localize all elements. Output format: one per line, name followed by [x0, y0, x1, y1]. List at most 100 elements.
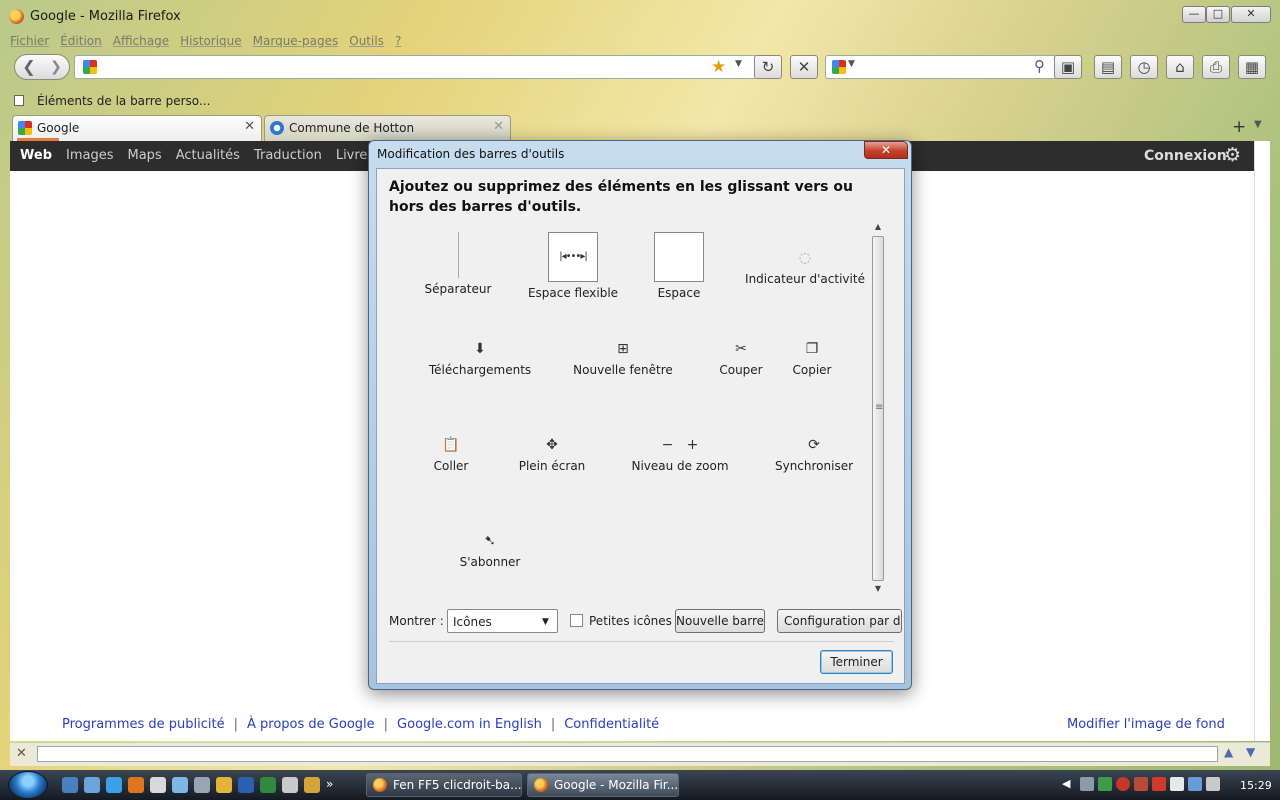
forward-arrow-icon[interactable]: ❯ [43, 55, 69, 79]
footer-link-privacy[interactable]: Confidentialité [564, 717, 659, 732]
show-desktop-icon[interactable] [62, 777, 78, 793]
palette-item-zoom[interactable]: − + Niveau de zoom [620, 435, 740, 473]
palette-item-space[interactable]: Espace [619, 232, 739, 300]
search-engine-icon[interactable] [832, 60, 846, 74]
footer-link-english[interactable]: Google.com in English [397, 717, 542, 732]
excel-icon[interactable] [260, 777, 276, 793]
tab-commune-de-hotton[interactable]: Commune de Hotton ✕ [264, 115, 511, 141]
print-icon[interactable]: ⎙ [1202, 55, 1230, 79]
app-icon[interactable] [216, 777, 232, 793]
tab-groups-icon[interactable]: ▦ [1238, 55, 1266, 79]
bookmarks-toolbar-items-label[interactable]: Éléments de la barre perso... [37, 94, 210, 108]
desktop-icon[interactable] [172, 777, 188, 793]
palette-item-fullscreen[interactable]: ✥ Plein écran [492, 435, 612, 473]
small-icons-label[interactable]: Petites icônes [589, 614, 672, 628]
new-tab-plus-icon[interactable]: + [1232, 117, 1246, 137]
firefox-icon[interactable] [128, 777, 144, 793]
footer-link-about[interactable]: À propos de Google [247, 717, 375, 732]
network-icon[interactable] [1134, 777, 1148, 791]
stop-button[interactable]: ✕ [790, 55, 818, 79]
palette-item-sync[interactable]: ⟳ Synchroniser [754, 435, 874, 473]
close-tab-icon[interactable]: ✕ [493, 119, 504, 134]
scroll-up-arrow-icon[interactable]: ▲ [871, 222, 885, 234]
palette-scrollbar[interactable]: ▲ ≡ ▼ [871, 222, 885, 597]
scroll-down-arrow-icon[interactable]: ▼ [871, 584, 885, 596]
palette-item-activity-indicator[interactable]: ◌ Indicateur d'activité [740, 248, 870, 286]
new-toolbar-button[interactable]: Nouvelle barre [675, 609, 765, 633]
maximize-button[interactable]: □ [1206, 6, 1230, 23]
minimize-button[interactable]: — [1182, 6, 1206, 23]
menu-fichier[interactable]: Fichier [10, 34, 49, 52]
printer-icon[interactable] [1080, 777, 1094, 791]
list-all-tabs-icon[interactable]: ▼ [1254, 119, 1262, 130]
menu-affichage[interactable]: Affichage [113, 34, 169, 52]
palette-item-flexible-space[interactable]: |◂•••▸| Espace flexible [513, 232, 633, 300]
menu-outils[interactable]: Outils [349, 34, 384, 52]
tab-google[interactable]: Google ✕ [12, 115, 262, 141]
home-icon[interactable]: ⌂ [1166, 55, 1194, 79]
security-icon[interactable] [1098, 777, 1112, 791]
tools-icon[interactable] [194, 777, 210, 793]
palette-item-downloads[interactable]: ⬇ Téléchargements [420, 339, 540, 377]
media-player-icon[interactable] [304, 777, 320, 793]
reload-button[interactable]: ↻ [754, 55, 782, 79]
gbar-link-maps[interactable]: Maps [128, 148, 162, 163]
scrollbar-thumb[interactable]: ≡ [872, 236, 884, 581]
feather-icon[interactable] [282, 777, 298, 793]
gbar-link-images[interactable]: Images [66, 148, 114, 163]
notepad-icon[interactable] [150, 777, 166, 793]
change-background-link[interactable]: Modifier l'image de fond [1067, 717, 1225, 732]
show-hidden-icons-icon[interactable]: ◀ [1062, 777, 1076, 791]
close-window-button[interactable]: ✕ [1231, 6, 1271, 23]
small-icons-checkbox[interactable] [570, 614, 583, 627]
internet-explorer-icon[interactable] [106, 777, 122, 793]
gbar-link-actualites[interactable]: Actualités [176, 148, 240, 163]
close-tab-icon[interactable]: ✕ [244, 119, 255, 134]
search-engine-dropdown-icon[interactable]: ▼ [848, 59, 855, 69]
volume-icon[interactable] [1206, 777, 1220, 791]
url-bar[interactable]: ★ ▼ [74, 55, 757, 79]
taskbar-window-ff5[interactable]: Fen FF5 clicdroit-ba... [366, 773, 522, 797]
start-button[interactable] [8, 771, 48, 799]
find-next-icon[interactable]: ▼ [1246, 745, 1255, 759]
clock[interactable]: 15:29 [1240, 779, 1272, 792]
bookmarks-menu-button[interactable]: ▣ [1054, 55, 1082, 79]
gear-icon[interactable]: ⚙ [1224, 144, 1241, 166]
alert-icon[interactable] [1116, 777, 1130, 791]
menu-marque-pages[interactable]: Marque-pages [253, 34, 339, 52]
palette-item-separator[interactable]: Séparateur [398, 232, 518, 296]
palette-item-subscribe[interactable]: ➷ S'abonner [430, 531, 550, 569]
taskbar-window-firefox[interactable]: Google - Mozilla Fir... [527, 773, 679, 797]
palette-item-copy[interactable]: ❐ Copier [772, 339, 852, 377]
word-icon[interactable] [238, 777, 254, 793]
url-history-dropdown-icon[interactable]: ▼ [735, 59, 742, 69]
more-quicklaunch-icon[interactable]: » [326, 777, 333, 793]
signin-link[interactable]: Connexion [1144, 148, 1227, 164]
find-previous-icon[interactable]: ▲ [1224, 745, 1233, 759]
display-icon[interactable] [1188, 777, 1202, 791]
done-button[interactable]: Terminer [820, 650, 893, 674]
restore-defaults-button[interactable]: Configuration par défa [777, 609, 902, 633]
gbar-link-web[interactable]: Web [20, 148, 52, 163]
back-arrow-icon[interactable]: ❮ [15, 55, 43, 79]
show-mode-select[interactable]: Icônes ▼ [447, 609, 558, 633]
magnifier-search-icon[interactable]: ⚲ [1034, 57, 1045, 75]
dialog-close-button[interactable]: ✕ [864, 141, 908, 159]
menu-help[interactable]: ? [395, 34, 401, 52]
footer-link-advertising[interactable]: Programmes de publicité [62, 717, 225, 732]
flexible-space-icon: |◂•••▸| [513, 232, 633, 282]
menu-edition[interactable]: Édition [60, 34, 102, 52]
close-findbar-icon[interactable]: ✕ [16, 746, 27, 761]
bookmarks-toolbar-button[interactable]: ▤ [1094, 55, 1122, 79]
search-bar[interactable]: ▼ ⚲ [825, 55, 1057, 79]
history-clock-icon[interactable]: ◷ [1130, 55, 1158, 79]
palette-item-new-window[interactable]: ⊞ Nouvelle fenêtre [563, 339, 683, 377]
bookmark-star-icon[interactable]: ★ [711, 57, 726, 77]
notes-icon[interactable] [1170, 777, 1184, 791]
switch-windows-icon[interactable] [84, 777, 100, 793]
gbar-link-traduction[interactable]: Traduction [254, 148, 322, 163]
menu-historique[interactable]: Historique [180, 34, 242, 52]
page-scrollbar[interactable] [1254, 141, 1270, 741]
find-input[interactable] [37, 746, 1218, 762]
pdf-icon[interactable] [1152, 777, 1166, 791]
